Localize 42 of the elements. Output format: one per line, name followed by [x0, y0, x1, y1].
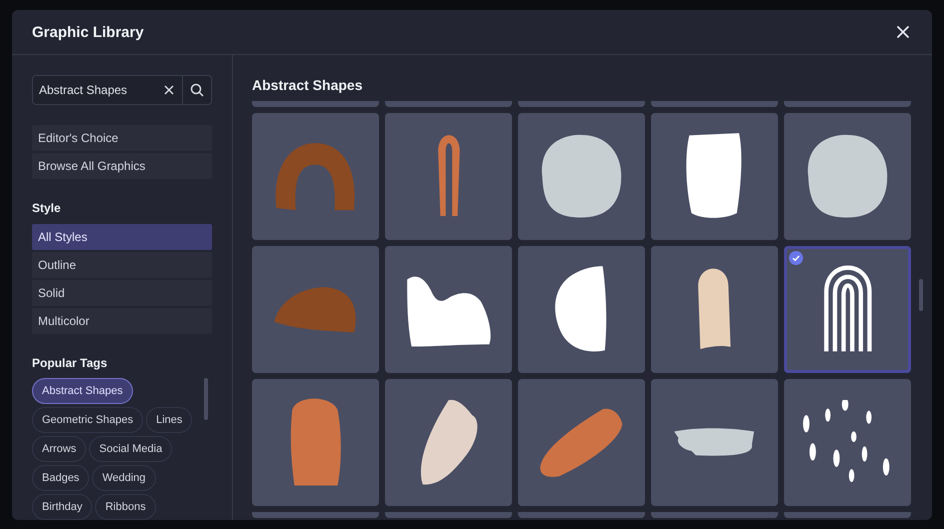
style-option[interactable]: All Styles — [32, 224, 212, 250]
graphic-tile[interactable] — [252, 379, 379, 506]
tag-chip[interactable]: Wedding — [92, 465, 156, 491]
close-icon — [896, 25, 910, 39]
gallery-title: Abstract Shapes — [252, 77, 364, 95]
section-heading: Popular Tags — [32, 356, 108, 370]
tag-chip[interactable]: Birthday — [32, 494, 92, 520]
style-option[interactable]: Outline — [32, 252, 212, 278]
clear-icon — [164, 85, 174, 95]
search-icon — [190, 83, 204, 97]
scrollbar-thumb[interactable] — [204, 378, 208, 420]
collection-item[interactable]: Browse All Graphics — [32, 153, 212, 179]
tag-chip[interactable]: Abstract Shapes — [32, 378, 133, 404]
tag-chip[interactable]: Geometric Shapes — [32, 407, 144, 433]
graphic-tile[interactable] — [651, 379, 778, 506]
graphic-tile[interactable] — [784, 379, 911, 506]
tag-chip[interactable]: Lines — [146, 407, 192, 433]
search-bar[interactable]: Abstract Shapes — [32, 75, 212, 105]
tag-chip[interactable]: Arrows — [32, 436, 86, 462]
graphic-tile[interactable] — [385, 113, 512, 240]
graphic-tile[interactable] — [518, 246, 645, 373]
tag-chip[interactable]: Social Media — [89, 436, 172, 462]
window-title: Graphic Library — [32, 24, 144, 40]
collection-item[interactable]: Editor's Choice — [32, 125, 212, 151]
style-option[interactable]: Multicolor — [32, 308, 212, 334]
graphic-tile[interactable] — [385, 246, 512, 373]
tag-chip[interactable]: Ribbons — [95, 494, 156, 520]
tag-chip[interactable]: Badges — [32, 465, 90, 491]
graphic-tile[interactable] — [252, 246, 379, 373]
graphic-tile[interactable] — [518, 379, 645, 506]
graphic-tile[interactable] — [651, 246, 778, 373]
graphic-tile[interactable] — [385, 379, 512, 506]
graphic-tile[interactable] — [784, 113, 911, 240]
check-icon — [789, 251, 803, 265]
graphic-tile[interactable] — [784, 246, 911, 373]
style-option[interactable]: Solid — [32, 280, 212, 306]
graphic-tile[interactable] — [518, 113, 645, 240]
scrollbar-thumb[interactable] — [919, 279, 923, 311]
graphic-tile[interactable] — [252, 113, 379, 240]
search-field[interactable]: Abstract Shapes — [33, 83, 156, 97]
graphic-tile[interactable] — [651, 113, 778, 240]
section-heading: Style — [32, 201, 62, 215]
